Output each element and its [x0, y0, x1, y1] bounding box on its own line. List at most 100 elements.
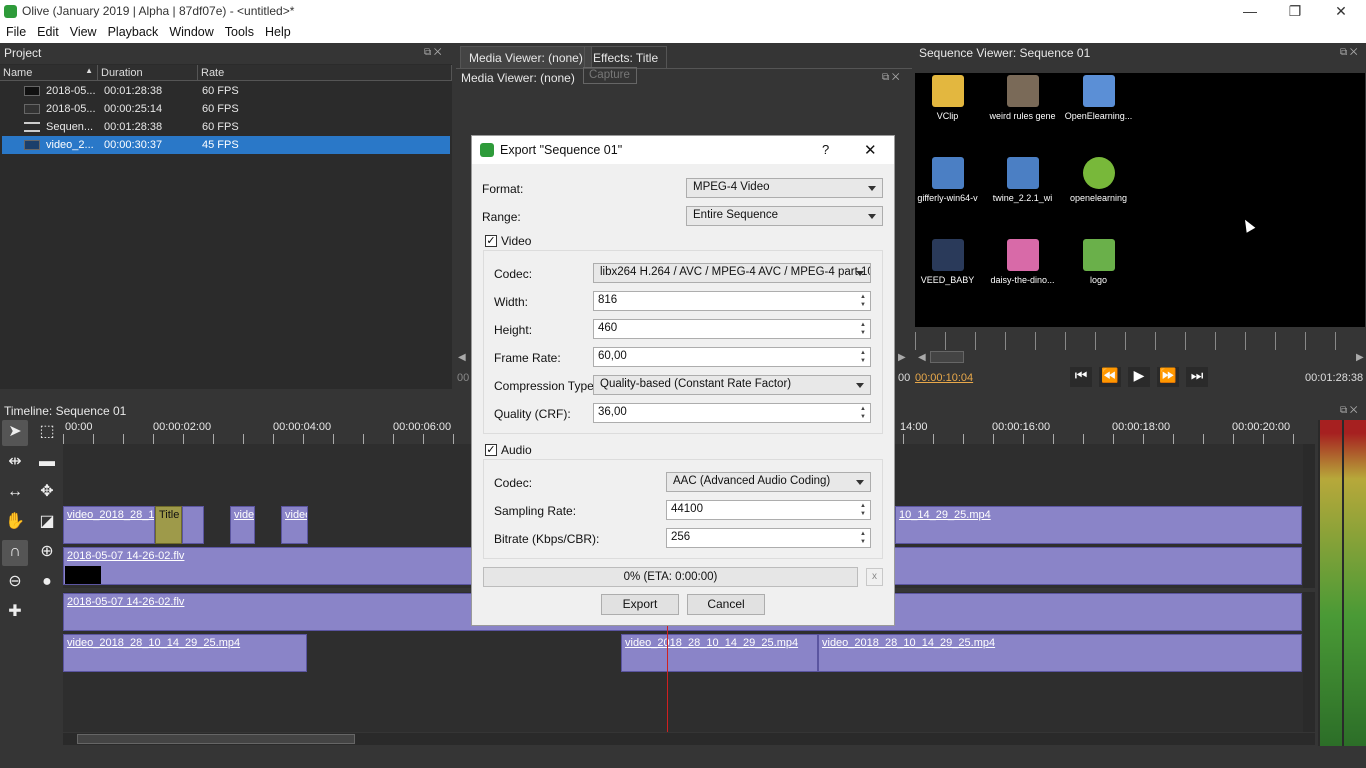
tab-media-viewer[interactable]: Media Viewer: (none): [460, 46, 592, 68]
column-header-duration[interactable]: Duration: [98, 65, 198, 81]
timeline-clip[interactable]: video: [230, 506, 255, 544]
capture-button[interactable]: Capture: [583, 67, 637, 84]
video-checkbox[interactable]: ✓: [485, 235, 497, 247]
video-tracks-scrollbar[interactable]: [1303, 444, 1315, 588]
audio-tracks-scrollbar[interactable]: [1303, 592, 1315, 732]
seq-current-time[interactable]: 00:00:10:04: [915, 372, 973, 384]
seq-scroll-end-icon[interactable]: ▶: [1356, 352, 1364, 363]
pointer-tool-icon[interactable]: ➤: [2, 420, 28, 446]
menu-edit[interactable]: Edit: [31, 23, 64, 39]
playback-controls: ⏮ ⏪ ▶ ⏩ ⏭: [1070, 367, 1210, 387]
desktop-icon-gifferly: gifferly-win64-v: [910, 157, 985, 203]
desktop-icon-openelearning-installer: OpenElearning...: [1061, 75, 1136, 121]
width-input[interactable]: 816 ▲ ▼: [593, 291, 871, 311]
audio-section-label: Audio: [501, 443, 532, 457]
transition-tool-icon[interactable]: ◪: [34, 510, 60, 536]
timeline-clip[interactable]: video_2018_28_1(: [63, 506, 155, 544]
sampling-rate-label: Sampling Rate:: [494, 504, 577, 518]
ripple-tool-icon[interactable]: ⇹: [2, 450, 28, 476]
sequence-viewer-frame[interactable]: VClip weird rules gene OpenElearning... …: [915, 73, 1365, 327]
hand-tool-icon[interactable]: ✋: [2, 510, 28, 536]
project-dock-buttons[interactable]: ⧉ ✕: [424, 47, 442, 58]
desktop-icon-daisy: daisy-the-dino...: [985, 239, 1060, 285]
menu-tools[interactable]: Tools: [219, 23, 259, 39]
go-to-start-icon[interactable]: ⏮: [1070, 367, 1092, 387]
spinner-arrows-icon: ▲ ▼: [860, 531, 866, 545]
minimize-button[interactable]: —: [1227, 0, 1273, 23]
range-select[interactable]: Entire Sequence: [686, 206, 883, 226]
format-select[interactable]: MPEG-4 Video: [686, 178, 883, 198]
media-scroll-left-icon[interactable]: ◀: [458, 352, 466, 363]
column-header-name[interactable]: Name ▲: [0, 65, 98, 81]
timeline-clip[interactable]: video: [281, 506, 308, 544]
image-file-icon: [1082, 239, 1115, 271]
go-to-end-icon[interactable]: ⏭: [1186, 367, 1208, 387]
height-input[interactable]: 460 ▲ ▼: [593, 319, 871, 339]
edit-tool-icon[interactable]: ⬚: [34, 420, 60, 446]
menu-help[interactable]: Help: [259, 23, 296, 39]
audio-meter-right: [1344, 420, 1366, 746]
snapping-toggle-icon[interactable]: ∩: [2, 540, 28, 566]
menu-window[interactable]: Window: [163, 23, 218, 39]
frame-rate-input[interactable]: 60,00 ▲ ▼: [593, 347, 871, 367]
timeline-clip[interactable]: [182, 506, 204, 544]
sequence-viewer-ruler[interactable]: [915, 332, 1365, 350]
sampling-rate-input[interactable]: 44100 ▲ ▼: [666, 500, 871, 520]
olive-app-icon: [4, 5, 17, 18]
close-window-button[interactable]: ✕: [1318, 0, 1364, 23]
audio-clip[interactable]: video_2018_28_10_14_29_25.mp4: [621, 634, 818, 672]
timeline-hscrollbar[interactable]: [63, 733, 1315, 745]
playhead[interactable]: [667, 626, 668, 732]
play-icon[interactable]: ▶: [1128, 367, 1150, 387]
installer-icon: [1006, 157, 1039, 189]
audio-checkbox[interactable]: ✓: [485, 444, 497, 456]
project-row[interactable]: Sequen... 00:01:28:38 60 FPS: [2, 118, 450, 136]
timeline-dock-buttons[interactable]: ⧉ ✕: [1340, 405, 1358, 416]
media-dock-buttons[interactable]: ⧉ ✕: [882, 72, 900, 83]
audio-clip[interactable]: video_2018_28_10_14_29_25.mp4: [818, 634, 1302, 672]
audio-meter-left: [1320, 420, 1342, 746]
bitrate-input[interactable]: 256 ▲ ▼: [666, 528, 871, 548]
zoom-out-icon[interactable]: ⊖: [2, 570, 28, 596]
project-row-selected[interactable]: video_2... 00:00:30:37 45 FPS: [2, 136, 450, 154]
height-label: Height:: [494, 323, 533, 337]
rewind-icon[interactable]: ⏪: [1099, 367, 1121, 387]
maximize-button[interactable]: ❐: [1272, 0, 1318, 23]
seq-end-time: 00:01:28:38: [1305, 372, 1364, 384]
menu-view[interactable]: View: [64, 23, 102, 39]
image-file-icon: [1006, 239, 1039, 271]
seq-scroll-left-icon[interactable]: ◀: [918, 352, 926, 363]
progress-cancel-button[interactable]: x: [866, 568, 883, 586]
menu-file[interactable]: File: [0, 23, 31, 39]
fast-forward-icon[interactable]: ⏩: [1157, 367, 1179, 387]
record-icon[interactable]: ●: [34, 570, 60, 596]
menu-bar: File Edit View Playback Window Tools Help: [0, 23, 1366, 43]
sequence-dock-buttons[interactable]: ⧉ ✕: [1340, 47, 1358, 58]
menu-playback[interactable]: Playback: [102, 23, 164, 39]
slide-tool-icon[interactable]: ✥: [34, 480, 60, 506]
add-icon[interactable]: ✚: [2, 600, 28, 626]
compression-type-select[interactable]: Quality-based (Constant Rate Factor): [593, 375, 871, 395]
export-button[interactable]: Export: [601, 594, 679, 615]
tab-effects[interactable]: Effects: Title: [584, 46, 668, 68]
quality-crf-input[interactable]: 36,00 ▲ ▼: [593, 403, 871, 423]
dialog-close-button[interactable]: ✕: [864, 141, 877, 159]
razor-tool-icon[interactable]: ▬: [34, 450, 60, 476]
audio-clip[interactable]: video_2018_28_10_14_29_25.mp4: [63, 634, 307, 672]
desktop-icon-vclip: VClip: [910, 75, 985, 121]
column-header-rate[interactable]: Rate: [198, 65, 452, 81]
cancel-button[interactable]: Cancel: [687, 594, 765, 615]
zoom-in-icon[interactable]: ⊕: [34, 540, 60, 566]
dialog-help-button[interactable]: ?: [822, 142, 829, 157]
timeline-clip[interactable]: 10_14_29_25.mp4: [895, 506, 1302, 544]
audio-codec-select[interactable]: AAC (Advanced Audio Coding): [666, 472, 871, 492]
video-codec-select[interactable]: libx264 H.264 / AVC / MPEG-4 AVC / MPEG-…: [593, 263, 871, 283]
compression-type-label: Compression Type:: [494, 379, 598, 393]
seq-scroll-handle[interactable]: [930, 351, 964, 363]
title-clip[interactable]: Title: [155, 506, 182, 544]
seq-scroll-right-icon[interactable]: ▶: [898, 352, 906, 363]
project-row[interactable]: 2018-05... 00:01:28:38 60 FPS: [2, 82, 450, 100]
window-titlebar: Olive (January 2019 | Alpha | 87df07e) -…: [0, 0, 1366, 23]
slip-tool-icon[interactable]: ↔: [2, 480, 28, 506]
project-row[interactable]: 2018-05... 00:00:25:14 60 FPS: [2, 100, 450, 118]
